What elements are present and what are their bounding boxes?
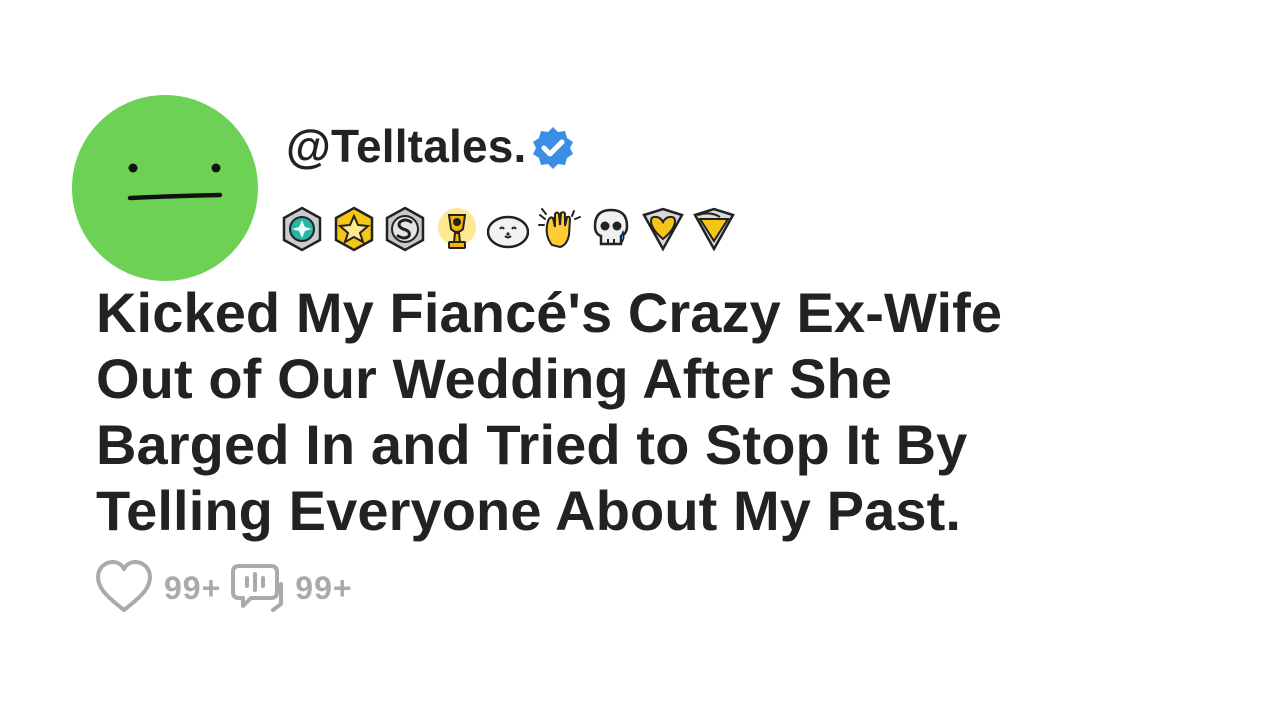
gold-wing-shield-award-icon — [693, 207, 735, 252]
gold-star-award-icon — [334, 206, 373, 252]
post-title-line: Out of Our Wedding After She — [96, 347, 893, 410]
like-count: 99+ — [164, 569, 222, 606]
post-title-line: Kicked My Fiancé's Crazy Ex-Wife — [96, 281, 1003, 344]
username[interactable]: @Telltales. — [286, 119, 527, 173]
post-title-line: Telling Everyone About My Past. — [96, 479, 962, 542]
post-title[interactable]: Kicked My Fiancé's Crazy Ex-Wife Out of … — [96, 280, 1216, 544]
seal-award-icon — [486, 215, 530, 249]
silver-s-award-icon — [385, 206, 425, 252]
crying-skull-award-icon — [593, 208, 629, 246]
post-card: @Telltales. Kicked My Fiancé's Crazy Ex-… — [0, 0, 1280, 720]
user-header: @Telltales. — [286, 118, 577, 174]
awards-row — [278, 204, 742, 254]
teal-gem-award-icon — [282, 206, 322, 252]
heart-icon[interactable] — [94, 558, 154, 618]
comment-count: 99+ — [295, 569, 353, 606]
avatar-face-icon — [127, 163, 223, 201]
post-title-line: Barged In and Tried to Stop It By — [96, 413, 968, 476]
verified-badge-icon — [532, 127, 573, 169]
engagement-stats: 99+ 99+ — [94, 558, 361, 618]
avatar[interactable] — [72, 95, 258, 281]
gold-trophy-award-icon — [437, 208, 476, 249]
clapping-hands-award-icon — [537, 208, 581, 249]
comment-icon[interactable] — [229, 560, 285, 616]
gold-heart-shield-award-icon — [641, 207, 684, 252]
